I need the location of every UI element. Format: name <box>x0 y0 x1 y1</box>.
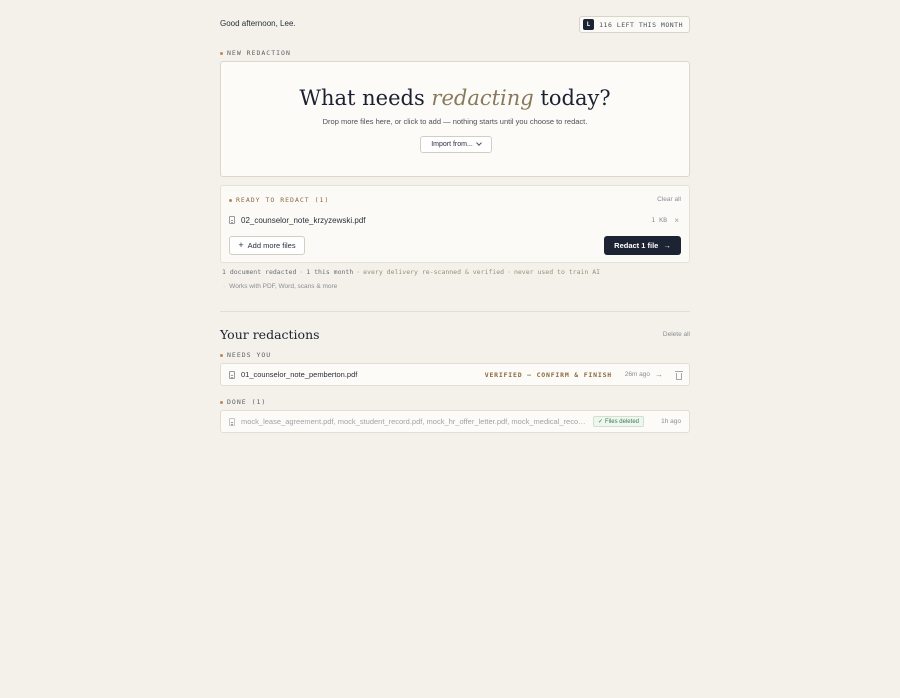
queued-file-name: 02_counselor_note_krzyzewski.pdf <box>241 215 366 225</box>
new-redaction-label: NEW REDACTION <box>220 49 291 57</box>
queued-file-row: 02_counselor_note_krzyzewski.pdf 1 KB × <box>229 214 681 226</box>
needs-you-item[interactable]: 01_counselor_note_pemberton.pdf VERIFIED… <box>220 363 690 386</box>
add-more-label: Add more files <box>247 241 296 250</box>
ready-label-text: READY TO REDACT (1) <box>236 196 330 204</box>
bullet-dot-icon <box>220 353 223 357</box>
bullet-dot-icon: · <box>223 283 226 290</box>
document-icon <box>229 370 235 379</box>
supported-formats-text: Works with PDF, Word, scans & more <box>229 283 338 290</box>
file-dropzone[interactable]: What needs redacting today? Drop more fi… <box>220 61 690 177</box>
headline-post: today? <box>533 86 611 110</box>
bullet-dot-icon <box>220 51 223 55</box>
dropzone-subline: Drop more files here, or click to add — … <box>322 117 588 126</box>
quota-badge[interactable]: L 116 LEFT THIS MONTH <box>579 16 690 33</box>
arrow-right-icon[interactable]: → <box>655 370 663 379</box>
done-timestamp: 1h ago <box>661 418 681 425</box>
close-icon[interactable]: × <box>674 216 679 225</box>
supported-formats: · Works with PDF, Word, scans & more <box>223 283 337 290</box>
files-deleted-badge: ✓ Files deleted <box>592 416 644 427</box>
needs-you-label-text: NEEDS YOU <box>227 351 272 359</box>
done-item[interactable]: mock_lease_agreement.pdf, mock_student_r… <box>220 410 690 433</box>
check-icon: ✓ <box>597 419 603 425</box>
stat-verified: every delivery re-scanned & verified <box>363 268 505 276</box>
arrow-right-icon: → <box>663 241 671 250</box>
needs-you-label: NEEDS YOU <box>220 351 271 359</box>
stat-redacted: 1 document redacted <box>222 268 297 276</box>
needs-you-file-name: 01_counselor_note_pemberton.pdf <box>241 370 358 379</box>
stat-no-training: never used to train AI <box>513 268 601 276</box>
plus-icon: + <box>238 240 244 250</box>
delete-all-button[interactable]: Delete all <box>663 331 690 338</box>
import-from-label: Import from... <box>431 141 473 148</box>
section-divider <box>220 311 690 312</box>
stat-separator: · <box>299 268 304 276</box>
quota-text: 116 LEFT THIS MONTH <box>599 20 683 29</box>
add-more-files-button[interactable]: + Add more files <box>229 236 305 255</box>
document-icon <box>229 417 235 426</box>
ready-label: READY TO REDACT (1) <box>229 196 329 204</box>
dropzone-headline: What needs redacting today? <box>221 86 689 110</box>
files-deleted-text: Files deleted <box>604 418 639 425</box>
needs-you-timestamp: 26m ago <box>624 371 650 378</box>
import-from-button[interactable]: Import from... <box>420 136 492 153</box>
queued-file-size: 1 KB <box>651 216 667 224</box>
usage-stats: 1 document redacted · 1 this month · every d… <box>222 268 600 276</box>
status-verified: VERIFIED — CONFIRM & FINISH <box>484 370 612 379</box>
done-file-names: mock_lease_agreement.pdf, mock_student_r… <box>241 417 586 426</box>
stat-separator: · <box>507 268 511 276</box>
done-label: DONE (1) <box>220 398 266 406</box>
your-redactions-title: Your redactions <box>220 327 320 342</box>
trash-icon[interactable] <box>675 371 683 380</box>
done-label-text: DONE (1) <box>227 398 267 406</box>
new-redaction-label-text: NEW REDACTION <box>227 49 291 57</box>
bullet-dot-icon <box>229 198 232 202</box>
stat-separator: · <box>356 268 361 276</box>
redact-button-label: Redact 1 file <box>614 241 659 250</box>
bullet-dot-icon <box>220 400 223 404</box>
stat-month: 1 this month <box>306 268 354 276</box>
chevron-down-icon <box>475 140 482 146</box>
redact-button[interactable]: Redact 1 file → <box>604 236 681 255</box>
user-avatar: L <box>583 19 595 30</box>
headline-pre: What needs <box>299 86 432 110</box>
clear-all-button[interactable]: Clear all <box>657 196 681 203</box>
ready-to-redact-panel: READY TO REDACT (1) Clear all 02_counsel… <box>220 185 690 263</box>
document-icon <box>229 216 235 224</box>
greeting-text: Good afternoon, Lee. <box>220 19 296 28</box>
top-bar: Good afternoon, Lee. L 116 LEFT THIS MON… <box>220 16 690 33</box>
headline-emphasis: redacting <box>431 86 534 110</box>
